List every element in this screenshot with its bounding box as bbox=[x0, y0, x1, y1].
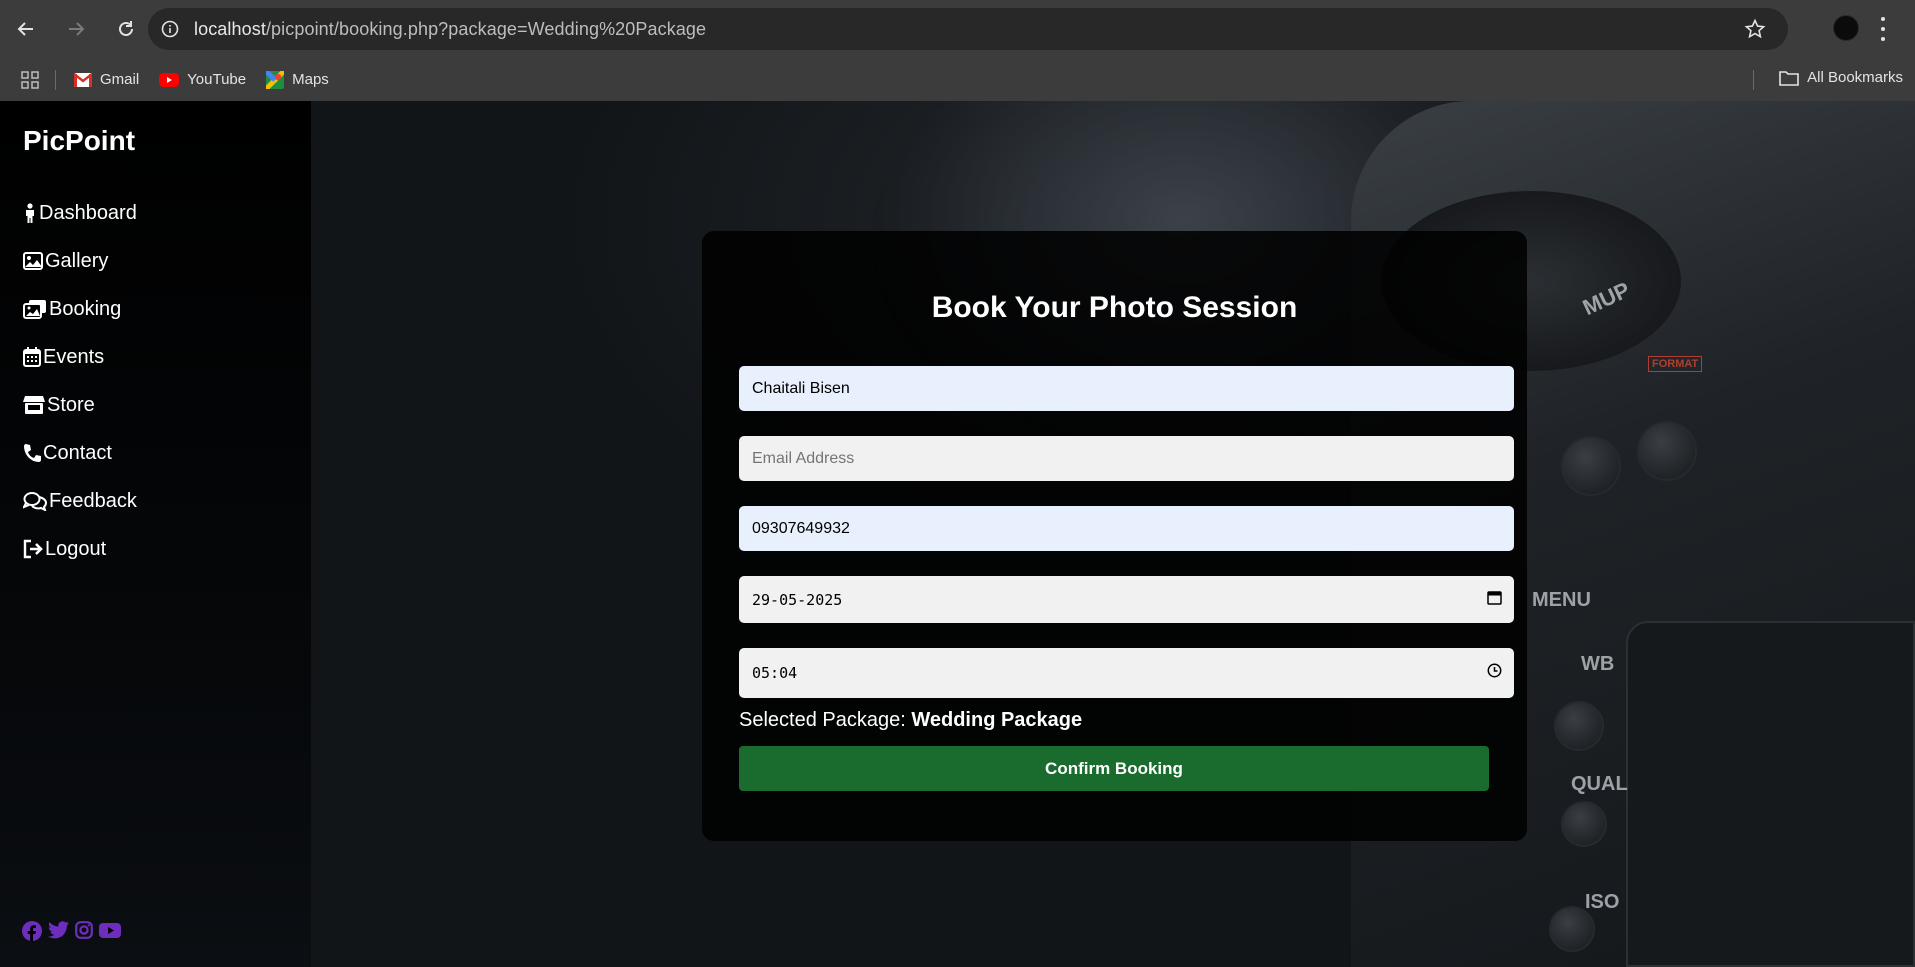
forward-arrow-icon bbox=[69, 22, 85, 36]
bookmarks-divider bbox=[1753, 70, 1754, 90]
sidebar-item-label: Logout bbox=[45, 537, 107, 560]
facebook-icon[interactable] bbox=[22, 921, 42, 941]
background-camera-label: ISO bbox=[1585, 891, 1620, 913]
profile-avatar[interactable] bbox=[1833, 15, 1859, 41]
reload-icon bbox=[119, 21, 133, 36]
sidebar-item-label: Contact bbox=[43, 441, 112, 464]
brand-logo[interactable]: PicPoint bbox=[23, 125, 135, 157]
background-camera-button bbox=[1554, 701, 1604, 751]
date-field-value: 29-05-2025 bbox=[752, 590, 843, 609]
bookmark-youtube[interactable]: YouTube bbox=[159, 71, 246, 88]
bookmark-maps[interactable]: Maps bbox=[266, 70, 329, 89]
sidebar-nav: Dashboard Gallery Booking Events Store C… bbox=[23, 189, 137, 573]
maps-icon bbox=[266, 70, 285, 89]
bookmark-label: Maps bbox=[292, 71, 329, 88]
sidebar-item-logout[interactable]: Logout bbox=[23, 525, 137, 573]
selected-package: Selected Package: Wedding Package bbox=[739, 709, 1082, 732]
background-camera-label: FORMAT bbox=[1648, 356, 1703, 372]
gmail-icon bbox=[74, 72, 92, 87]
person-icon bbox=[26, 203, 34, 223]
sidebar-item-store[interactable]: Store bbox=[23, 381, 137, 429]
phone-field[interactable]: 09307649932 bbox=[739, 506, 1514, 551]
background-camera-button bbox=[1637, 421, 1697, 481]
browser-toolbar: localhost/picpoint/booking.php?package=W… bbox=[0, 0, 1915, 58]
address-bar[interactable]: localhost/picpoint/booking.php?package=W… bbox=[148, 8, 1788, 50]
site-info-icon[interactable] bbox=[160, 19, 180, 39]
confirm-booking-button[interactable]: Confirm Booking bbox=[739, 746, 1489, 791]
clock-picker-icon[interactable] bbox=[1487, 663, 1502, 683]
bookmark-label: Gmail bbox=[100, 71, 140, 88]
social-links bbox=[22, 921, 121, 941]
background-camera-button bbox=[1561, 801, 1607, 847]
all-bookmarks-label: All Bookmarks bbox=[1807, 69, 1903, 86]
background-camera-screen bbox=[1626, 621, 1915, 967]
forward-button[interactable] bbox=[58, 11, 94, 47]
confirm-booking-label: Confirm Booking bbox=[1045, 758, 1183, 778]
url-host: localhost bbox=[194, 18, 266, 39]
browser-chrome: localhost/picpoint/booking.php?package=W… bbox=[0, 0, 1915, 101]
sidebar-item-label: Store bbox=[47, 393, 95, 416]
bookmarks-bar: Gmail YouTube Maps All Bookmarks bbox=[0, 58, 1915, 101]
date-field[interactable]: 29-05-2025 bbox=[739, 576, 1514, 623]
logout-icon bbox=[23, 539, 43, 559]
image-icon bbox=[23, 252, 43, 270]
booking-card: Book Your Photo Session Chaitali Bisen E… bbox=[702, 231, 1527, 841]
store-icon bbox=[23, 396, 45, 414]
apps-grid-icon[interactable] bbox=[21, 70, 39, 89]
phone-icon bbox=[24, 444, 41, 462]
all-bookmarks-button[interactable]: All Bookmarks bbox=[1779, 69, 1903, 86]
bookmark-label: YouTube bbox=[187, 71, 247, 88]
sidebar-item-feedback[interactable]: Feedback bbox=[23, 477, 137, 525]
sidebar-item-label: Feedback bbox=[49, 489, 137, 512]
sidebar-item-dashboard[interactable]: Dashboard bbox=[23, 189, 137, 237]
selected-package-label: Selected Package: bbox=[739, 709, 906, 731]
sidebar-item-contact[interactable]: Contact bbox=[23, 429, 137, 477]
sidebar: PicPoint Dashboard Gallery Booking Event… bbox=[0, 101, 311, 967]
background-camera-label: WB bbox=[1581, 653, 1615, 675]
images-icon bbox=[23, 300, 46, 319]
sidebar-item-label: Booking bbox=[49, 297, 122, 320]
sidebar-item-label: Events bbox=[43, 345, 105, 368]
background-camera-label: MENU bbox=[1532, 589, 1591, 611]
sidebar-item-label: Gallery bbox=[45, 249, 109, 272]
back-arrow-icon bbox=[17, 22, 33, 36]
calendar-icon bbox=[23, 347, 41, 367]
calendar-picker-icon[interactable] bbox=[1487, 590, 1502, 610]
folder-icon bbox=[1779, 70, 1799, 86]
background-camera-button bbox=[1561, 436, 1621, 496]
email-field-placeholder: Email Address bbox=[752, 449, 855, 467]
selected-package-value: Wedding Package bbox=[911, 709, 1083, 731]
url-path: /picpoint/booking.php?package=Wedding%20… bbox=[265, 18, 707, 39]
sidebar-item-label: Dashboard bbox=[39, 201, 137, 224]
background-camera-label: QUAL bbox=[1571, 773, 1628, 795]
browser-menu-icon[interactable] bbox=[1880, 17, 1886, 41]
youtube-icon[interactable] bbox=[99, 921, 121, 939]
youtube-icon bbox=[159, 72, 180, 87]
time-field-value: 05:04 bbox=[752, 664, 798, 682]
bookmark-star-icon[interactable] bbox=[1744, 18, 1766, 40]
email-field[interactable]: Email Address bbox=[739, 436, 1514, 481]
name-field-value: Chaitali Bisen bbox=[752, 379, 850, 397]
instagram-icon[interactable] bbox=[75, 921, 93, 939]
sidebar-item-booking[interactable]: Booking bbox=[23, 285, 137, 333]
booking-title: Book Your Photo Session bbox=[931, 291, 1298, 324]
name-field[interactable]: Chaitali Bisen bbox=[739, 366, 1514, 411]
page: PicPoint Dashboard Gallery Booking Event… bbox=[0, 101, 1915, 967]
phone-field-value: 09307649932 bbox=[752, 519, 850, 537]
back-button[interactable] bbox=[8, 11, 44, 47]
bookmarks-divider bbox=[55, 69, 56, 90]
url-text: localhost/picpoint/booking.php?package=W… bbox=[194, 19, 706, 40]
time-field[interactable]: 05:04 bbox=[739, 648, 1514, 698]
chat-icon bbox=[23, 492, 47, 511]
sidebar-item-events[interactable]: Events bbox=[23, 333, 137, 381]
sidebar-item-gallery[interactable]: Gallery bbox=[23, 237, 137, 285]
main-content: MENU WB QUAL ISO MUP FORMAT Book Your Ph… bbox=[311, 101, 1915, 967]
reload-button[interactable] bbox=[108, 11, 144, 47]
twitter-icon[interactable] bbox=[48, 921, 69, 939]
bookmark-gmail[interactable]: Gmail bbox=[74, 71, 139, 88]
